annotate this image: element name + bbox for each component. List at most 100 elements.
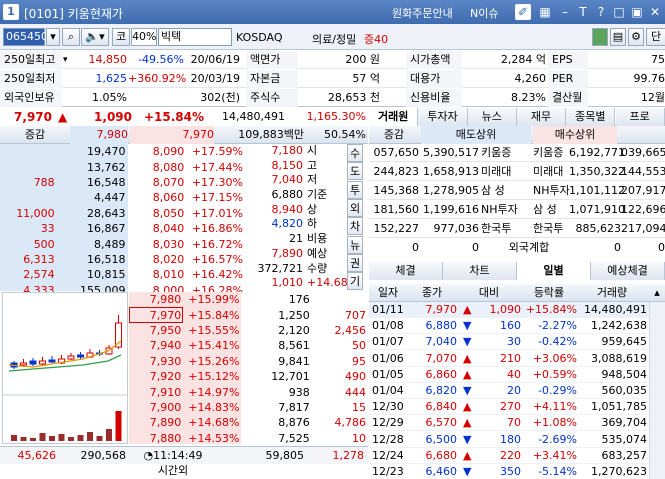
scroll-up-icon[interactable]: ▴ bbox=[649, 284, 665, 302]
help-button[interactable]: ? bbox=[593, 4, 609, 20]
green-box-icon[interactable] bbox=[592, 28, 608, 46]
daily-row[interactable]: 01/05 6,860 ▲ 40 +0.59% 948,504 bbox=[369, 367, 649, 383]
bid-row[interactable]: 7,880 +14.53% 7,525 10 bbox=[129, 430, 368, 446]
bid-price[interactable]: 7,940 bbox=[129, 338, 183, 353]
daily-tab[interactable]: 차트 bbox=[443, 262, 517, 280]
ask-price[interactable]: 8,080 bbox=[127, 159, 187, 175]
broker-row[interactable]: 145,368 1,278,905 삼 성 NH투자 1,101,112 207,917 bbox=[369, 182, 665, 200]
side-button[interactable]: 수 bbox=[347, 144, 363, 162]
bid-price[interactable]: 7,890 bbox=[129, 415, 183, 430]
ask-price[interactable]: 8,010 bbox=[127, 267, 187, 283]
daily-row[interactable]: 01/08 6,880 ▼ 160 -2.27% 1,242,638 bbox=[369, 318, 649, 335]
link-icon[interactable]: ✐ bbox=[515, 4, 531, 20]
daily-row[interactable]: 01/06 7,070 ▲ 210 +3.06% 3,088,619 bbox=[369, 351, 649, 367]
grid-icon[interactable]: ▦ bbox=[537, 4, 553, 20]
ask-price[interactable]: 8,060 bbox=[127, 190, 187, 206]
daily-tab[interactable]: 일별 bbox=[517, 262, 591, 280]
chevron-down-icon[interactable]: ▾ bbox=[63, 51, 75, 69]
ask-row[interactable]: 500 8,489 8,030 +16.72% bbox=[0, 236, 245, 252]
side-button[interactable]: 뉴 bbox=[347, 235, 363, 254]
daily-scrollbar[interactable] bbox=[649, 302, 665, 479]
daily-row[interactable]: 12/29 6,570 ▲ 70 +1.08% 369,704 bbox=[369, 415, 649, 432]
close-icon[interactable]: ✕ bbox=[647, 4, 663, 20]
side-button[interactable]: 외 bbox=[347, 198, 363, 217]
broker-tab[interactable]: 거래원 bbox=[369, 108, 419, 126]
bid-price[interactable]: 7,970 bbox=[129, 307, 184, 323]
bid-row[interactable]: 7,900 +14.83% 7,817 15 bbox=[129, 399, 368, 416]
ask-row[interactable]: 6,313 16,518 8,020 +16.57% bbox=[0, 251, 245, 268]
daily-row[interactable]: 12/23 6,460 ▼ 350 -5.14% 1,270,623 bbox=[369, 464, 649, 479]
text-size-button[interactable]: T bbox=[575, 4, 591, 20]
minimize-icon[interactable]: – bbox=[557, 4, 573, 20]
broker-sell-name[interactable]: 키움증 bbox=[481, 144, 529, 162]
bid-row[interactable]: 7,920 +15.12% 12,701 490 bbox=[129, 368, 368, 385]
daily-row[interactable]: 01/07 7,040 ▼ 30 -0.42% 959,645 bbox=[369, 334, 649, 351]
bid-price[interactable]: 7,930 bbox=[129, 354, 183, 369]
bid-price[interactable]: 7,880 bbox=[129, 431, 183, 446]
side-button[interactable]: 도 bbox=[347, 162, 363, 181]
speaker-icon[interactable]: 🔈▾ bbox=[81, 28, 109, 46]
doc-icon[interactable]: ▤ bbox=[610, 28, 626, 46]
search-icon[interactable]: ⌕ bbox=[62, 28, 80, 46]
broker-sell-name[interactable]: NH투자 bbox=[481, 201, 529, 219]
bid-row[interactable]: 7,950 +15.55% 2,120 2,456 bbox=[129, 322, 368, 339]
ask-price[interactable]: 8,090 bbox=[127, 144, 187, 160]
broker-sell-name[interactable]: 한국투 bbox=[481, 220, 529, 238]
broker-row[interactable]: 152,227 977,036 한국투 한국투 885,623 217,094 bbox=[369, 220, 665, 238]
side-button[interactable]: 투 bbox=[347, 180, 363, 199]
broker-sell-name[interactable]: 미래대 bbox=[481, 163, 529, 181]
ask-row[interactable]: 4,447 8,060 +17.15% bbox=[0, 190, 245, 206]
bid-price[interactable]: 7,900 bbox=[129, 400, 183, 415]
stock-code-input[interactable]: 065450 bbox=[3, 28, 48, 46]
broker-tab[interactable]: 재무 bbox=[516, 108, 567, 126]
broker-row[interactable]: 181,560 1,199,616 NH투자 삼 성 1,071,910 122,696 bbox=[369, 201, 665, 219]
ask-row[interactable]: 11,000 28,643 8,050 +17.01% bbox=[0, 205, 245, 221]
bid-row[interactable]: 7,970 +15.84% 1,250 707 bbox=[129, 307, 368, 323]
ask-price[interactable]: 8,070 bbox=[127, 174, 187, 191]
bid-price[interactable]: 7,920 bbox=[129, 369, 183, 384]
after-hours-label[interactable]: 시간외 bbox=[130, 462, 216, 479]
ask-price[interactable]: 8,020 bbox=[127, 251, 187, 268]
ask-price[interactable]: 8,050 bbox=[127, 205, 187, 221]
ask-price[interactable]: 8,030 bbox=[127, 236, 187, 252]
daily-row[interactable]: 12/24 6,680 ▲ 220 +3.41% 683,257 bbox=[369, 448, 649, 464]
order-guide-link[interactable]: 원화주문안내 bbox=[392, 5, 453, 21]
ask-row[interactable]: 33 16,867 8,040 +16.86% bbox=[0, 220, 245, 237]
bid-row[interactable]: 7,910 +14.97% 938 444 bbox=[129, 384, 368, 400]
daily-tab[interactable]: 예상체결 bbox=[591, 262, 665, 280]
bid-price[interactable]: 7,910 bbox=[129, 384, 183, 399]
bid-row[interactable]: 7,940 +15.41% 8,561 50 bbox=[129, 338, 368, 354]
code-dropdown-icon[interactable]: ▾ bbox=[46, 28, 60, 46]
stock-name-field[interactable]: 빅텍 bbox=[158, 28, 232, 46]
bid-row[interactable]: 7,930 +15.26% 9,841 95 bbox=[129, 353, 368, 369]
daily-tab[interactable]: 체결 bbox=[369, 262, 443, 280]
bid-row[interactable]: 7,890 +14.68% 8,876 4,786 bbox=[129, 415, 368, 431]
bid-price[interactable]: 7,980 bbox=[129, 292, 183, 307]
bid-row[interactable]: 7,980 +15.99% 176 bbox=[129, 292, 368, 308]
side-button[interactable]: 차 bbox=[347, 217, 363, 236]
broker-tab[interactable]: 프로 bbox=[615, 108, 665, 126]
daily-row[interactable]: 12/28 6,500 ▼ 180 -2.69% 535,074 bbox=[369, 432, 649, 448]
broker-row[interactable]: 244,823 1,658,913 미래대 미래대 1,350,322 144,553 bbox=[369, 163, 665, 181]
side-button[interactable]: 기 bbox=[347, 272, 363, 291]
daily-row[interactable]: 01/11 7,970 ▲ 1,090 +15.84% 14,480,491 bbox=[369, 302, 649, 318]
broker-row[interactable]: 057,650 5,390,517 키움증 키움증 6,192,771 039,665 bbox=[369, 144, 665, 162]
gear-icon[interactable]: ⚙ bbox=[628, 28, 644, 46]
broker-sell-name[interactable]: 삼 성 bbox=[481, 182, 529, 200]
ask-row[interactable]: 788 16,548 8,070 +17.30% bbox=[0, 174, 245, 191]
daily-row[interactable]: 12/30 6,840 ▲ 270 +4.11% 1,051,785 bbox=[369, 399, 649, 416]
maximize-icon[interactable]: ▣ bbox=[629, 4, 645, 20]
news-issue-link[interactable]: N이슈 bbox=[470, 5, 498, 21]
broker-tab[interactable]: 뉴스 bbox=[467, 108, 517, 126]
restore-icon[interactable]: □ bbox=[611, 4, 627, 20]
ask-row[interactable]: 19,470 8,090 +17.59% bbox=[0, 144, 245, 160]
single-order-button[interactable]: 단 bbox=[646, 28, 665, 46]
side-button[interactable]: 권 bbox=[347, 253, 363, 272]
ask-price[interactable]: 8,040 bbox=[127, 220, 187, 237]
broker-tab[interactable]: 투자자 bbox=[418, 108, 468, 126]
ask-row[interactable]: 13,762 8,080 +17.44% bbox=[0, 159, 245, 175]
daily-row[interactable]: 01/04 6,820 ▼ 20 -0.29% 560,035 bbox=[369, 383, 649, 399]
broker-tab[interactable]: 종목별 bbox=[566, 108, 616, 126]
bid-price[interactable]: 7,950 bbox=[129, 323, 183, 338]
ask-row[interactable]: 2,574 10,815 8,010 +16.42% bbox=[0, 267, 245, 283]
